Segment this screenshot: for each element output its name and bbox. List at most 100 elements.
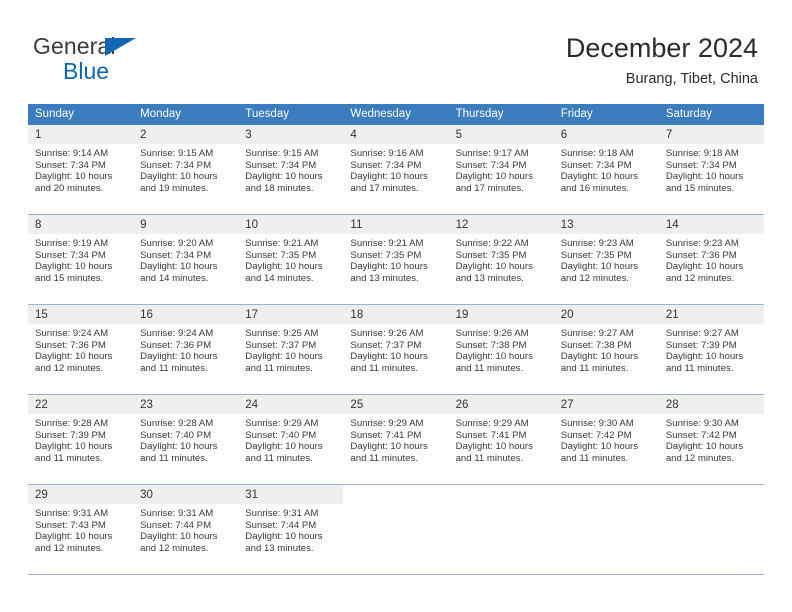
day-number-bar: 11 — [343, 215, 449, 234]
sunrise-text: Sunrise: 9:28 AM — [140, 418, 214, 429]
day-number-bar: 15 — [28, 305, 134, 324]
calendar-day-cell[interactable]: 4 Sunrise: 9:16 AM Sunset: 7:34 PM Daylight… — [343, 125, 449, 214]
calendar-day-cell[interactable]: 6 Sunrise: 9:18 AM Sunset: 7:34 PM Daylight… — [553, 125, 659, 214]
day-number-bar: 24 — [238, 395, 344, 414]
day-sun-info: Sunrise: 9:25 AM Sunset: 7:37 PM Daylight:… — [238, 324, 343, 375]
calendar-day-cell[interactable]: 12 Sunrise: 9:22 AM Sunset: 7:35 PM Dayligh… — [448, 215, 554, 304]
sunrise-text: Sunrise: 9:26 AM — [455, 328, 529, 339]
day-sun-info: Sunrise: 9:31 AM Sunset: 7:44 PM Daylight:… — [238, 504, 343, 555]
calendar-day-cell[interactable]: 18 Sunrise: 9:26 AM Sunset: 7:37 PM Dayligh… — [343, 305, 449, 394]
calendar-day-cell[interactable]: 31 Sunrise: 9:31 AM Sunset: 7:44 PM Dayligh… — [238, 485, 344, 574]
sunset-text: Sunset: 7:41 PM — [350, 429, 422, 441]
calendar-day-cell[interactable]: 14 Sunrise: 9:23 AM Sunset: 7:36 PM Dayligh… — [658, 215, 764, 304]
calendar-day-cell[interactable]: 5 Sunrise: 9:17 AM Sunset: 7:34 PM Daylight… — [448, 125, 554, 214]
calendar-day-cell[interactable]: 16 Sunrise: 9:24 AM Sunset: 7:36 PM Dayligh… — [133, 305, 239, 394]
calendar-day-cell[interactable]: 28 Sunrise: 9:30 AM Sunset: 7:42 PM Dayligh… — [658, 395, 764, 484]
logo-text-general: General — [33, 33, 136, 59]
daylight-text-line1: Daylight: 10 hours — [35, 261, 113, 273]
calendar-day-cell[interactable]: 19 Sunrise: 9:26 AM Sunset: 7:38 PM Dayligh… — [448, 305, 554, 394]
calendar-day-cell[interactable]: 17 Sunrise: 9:25 AM Sunset: 7:37 PM Dayligh… — [238, 305, 344, 394]
calendar-day-cell[interactable]: 8 Sunrise: 9:19 AM Sunset: 7:34 PM Daylight… — [28, 215, 134, 304]
calendar-day-cell[interactable]: 2 Sunrise: 9:15 AM Sunset: 7:34 PM Daylight… — [133, 125, 239, 214]
sunset-text: Sunset: 7:36 PM — [140, 339, 212, 351]
sunrise-text: Sunrise: 9:23 AM — [665, 238, 739, 249]
calendar-day-cell[interactable]: 21 Sunrise: 9:27 AM Sunset: 7:39 PM Dayligh… — [658, 305, 764, 394]
day-number: 10 — [245, 219, 259, 231]
sunset-text: Sunset: 7:34 PM — [560, 159, 632, 171]
sunrise-text: Sunrise: 9:24 AM — [35, 328, 109, 339]
daylight-text-line2: and 11 minutes. — [35, 453, 103, 465]
sunset-text: Sunset: 7:42 PM — [560, 429, 632, 441]
day-number-bar: 5 — [448, 125, 554, 144]
calendar-day-cell[interactable]: 15 Sunrise: 9:24 AM Sunset: 7:36 PM Dayligh… — [28, 305, 134, 394]
sunrise-text: Sunrise: 9:25 AM — [245, 328, 319, 339]
day-number: 24 — [245, 399, 259, 411]
calendar-day-cell[interactable]: 3 Sunrise: 9:15 AM Sunset: 7:34 PM Daylight… — [238, 125, 344, 214]
sunrise-text: Sunrise: 9:29 AM — [455, 418, 529, 429]
daylight-text-line1: Daylight: 10 hours — [560, 171, 639, 183]
logo-general-label: General — [33, 33, 116, 59]
calendar-day-cell[interactable]: 27 Sunrise: 9:30 AM Sunset: 7:42 PM Dayligh… — [553, 395, 659, 484]
calendar-week-row: 29 Sunrise: 9:31 AM Sunset: 7:43 PM Dayligh… — [28, 485, 764, 575]
calendar-day-cell[interactable]: 7 Sunrise: 9:18 AM Sunset: 7:34 PM Daylight… — [658, 125, 764, 214]
day-sun-info: Sunrise: 9:29 AM Sunset: 7:40 PM Daylight:… — [238, 414, 343, 465]
daylight-text-line2: and 20 minutes. — [35, 183, 104, 195]
calendar-day-cell[interactable]: 20 Sunrise: 9:27 AM Sunset: 7:38 PM Dayligh… — [553, 305, 659, 394]
day-number: 20 — [560, 309, 574, 321]
calendar-day-cell[interactable]: 9 Sunrise: 9:20 AM Sunset: 7:34 PM Daylight… — [133, 215, 239, 304]
sunset-text: Sunset: 7:44 PM — [140, 519, 212, 531]
sunset-text: Sunset: 7:38 PM — [455, 339, 527, 351]
day-number-bar: 12 — [448, 215, 554, 234]
day-number-bar: 19 — [448, 305, 554, 324]
day-sun-info: Sunrise: 9:31 AM Sunset: 7:43 PM Daylight:… — [28, 504, 133, 555]
calendar-empty-cell — [659, 485, 764, 574]
calendar-day-cell[interactable]: 10 Sunrise: 9:21 AM Sunset: 7:35 PM Dayligh… — [238, 215, 344, 304]
calendar-day-cell[interactable]: 13 Sunrise: 9:23 AM Sunset: 7:35 PM Dayligh… — [553, 215, 659, 304]
day-number: 22 — [35, 399, 48, 411]
sunrise-text: Sunrise: 9:21 AM — [245, 238, 319, 249]
day-number-bar: 8 — [28, 215, 134, 234]
sunset-text: Sunset: 7:34 PM — [35, 159, 106, 171]
day-sun-info: Sunrise: 9:29 AM Sunset: 7:41 PM Daylight:… — [449, 414, 554, 465]
calendar-day-cell[interactable]: 25 Sunrise: 9:29 AM Sunset: 7:41 PM Dayligh… — [343, 395, 449, 484]
daylight-text-line1: Daylight: 10 hours — [665, 261, 744, 273]
sunrise-text: Sunrise: 9:16 AM — [350, 148, 424, 159]
day-number: 18 — [350, 309, 364, 321]
sunset-text: Sunset: 7:38 PM — [560, 339, 632, 351]
sunset-text: Sunset: 7:34 PM — [140, 249, 212, 261]
calendar-day-cell[interactable]: 11 Sunrise: 9:21 AM Sunset: 7:35 PM Dayligh… — [343, 215, 449, 304]
weekday-header-friday: Friday — [560, 108, 593, 120]
day-sun-info: Sunrise: 9:30 AM Sunset: 7:42 PM Daylight:… — [659, 414, 764, 465]
calendar-week-row: 1 Sunrise: 9:14 AM Sunset: 7:34 PM Daylight… — [28, 125, 764, 215]
calendar-day-cell[interactable]: 26 Sunrise: 9:29 AM Sunset: 7:41 PM Dayligh… — [448, 395, 554, 484]
calendar-day-cell[interactable]: 30 Sunrise: 9:31 AM Sunset: 7:44 PM Dayligh… — [133, 485, 239, 574]
calendar-day-cell[interactable]: 24 Sunrise: 9:29 AM Sunset: 7:40 PM Dayligh… — [238, 395, 344, 484]
sunset-text: Sunset: 7:34 PM — [140, 159, 212, 171]
day-number-bar: 9 — [133, 215, 239, 234]
calendar-day-cell[interactable]: 1 Sunrise: 9:14 AM Sunset: 7:34 PM Daylight… — [28, 125, 134, 214]
day-number-bar: 22 — [28, 395, 134, 414]
daylight-text-line1: Daylight: 10 hours — [140, 441, 218, 453]
daylight-text-line1: Daylight: 10 hours — [350, 351, 428, 363]
day-number: 14 — [665, 219, 679, 231]
day-number-bar — [554, 485, 659, 504]
general-blue-logo[interactable]: General Blue — [33, 33, 136, 83]
day-sun-info: Sunrise: 9:28 AM Sunset: 7:39 PM Daylight:… — [28, 414, 133, 465]
daylight-text-line1: Daylight: 10 hours — [35, 171, 113, 183]
sunset-text: Sunset: 7:35 PM — [560, 249, 632, 261]
day-number-bar: 1 — [28, 125, 134, 144]
calendar-week-row: 15 Sunrise: 9:24 AM Sunset: 7:36 PM Dayligh… — [28, 305, 764, 395]
logo-triangle-icon — [105, 38, 136, 56]
day-sun-info: Sunrise: 9:27 AM Sunset: 7:38 PM Daylight:… — [554, 324, 659, 375]
daylight-text-line2: and 17 minutes. — [350, 183, 419, 195]
calendar-day-cell[interactable]: 29 Sunrise: 9:31 AM Sunset: 7:43 PM Dayligh… — [28, 485, 134, 574]
calendar-day-cell[interactable]: 22 Sunrise: 9:28 AM Sunset: 7:39 PM Dayligh… — [28, 395, 134, 484]
calendar-day-cell[interactable]: 23 Sunrise: 9:28 AM Sunset: 7:40 PM Dayligh… — [133, 395, 239, 484]
daylight-text-line2: and 11 minutes. — [560, 363, 629, 375]
day-number-bar: 2 — [133, 125, 239, 144]
sunset-text: Sunset: 7:34 PM — [245, 159, 317, 171]
daylight-text-line2: and 11 minutes. — [140, 453, 208, 465]
day-number: 26 — [455, 399, 469, 411]
day-number-bar: 30 — [133, 485, 239, 504]
sunrise-text: Sunrise: 9:17 AM — [455, 148, 529, 159]
